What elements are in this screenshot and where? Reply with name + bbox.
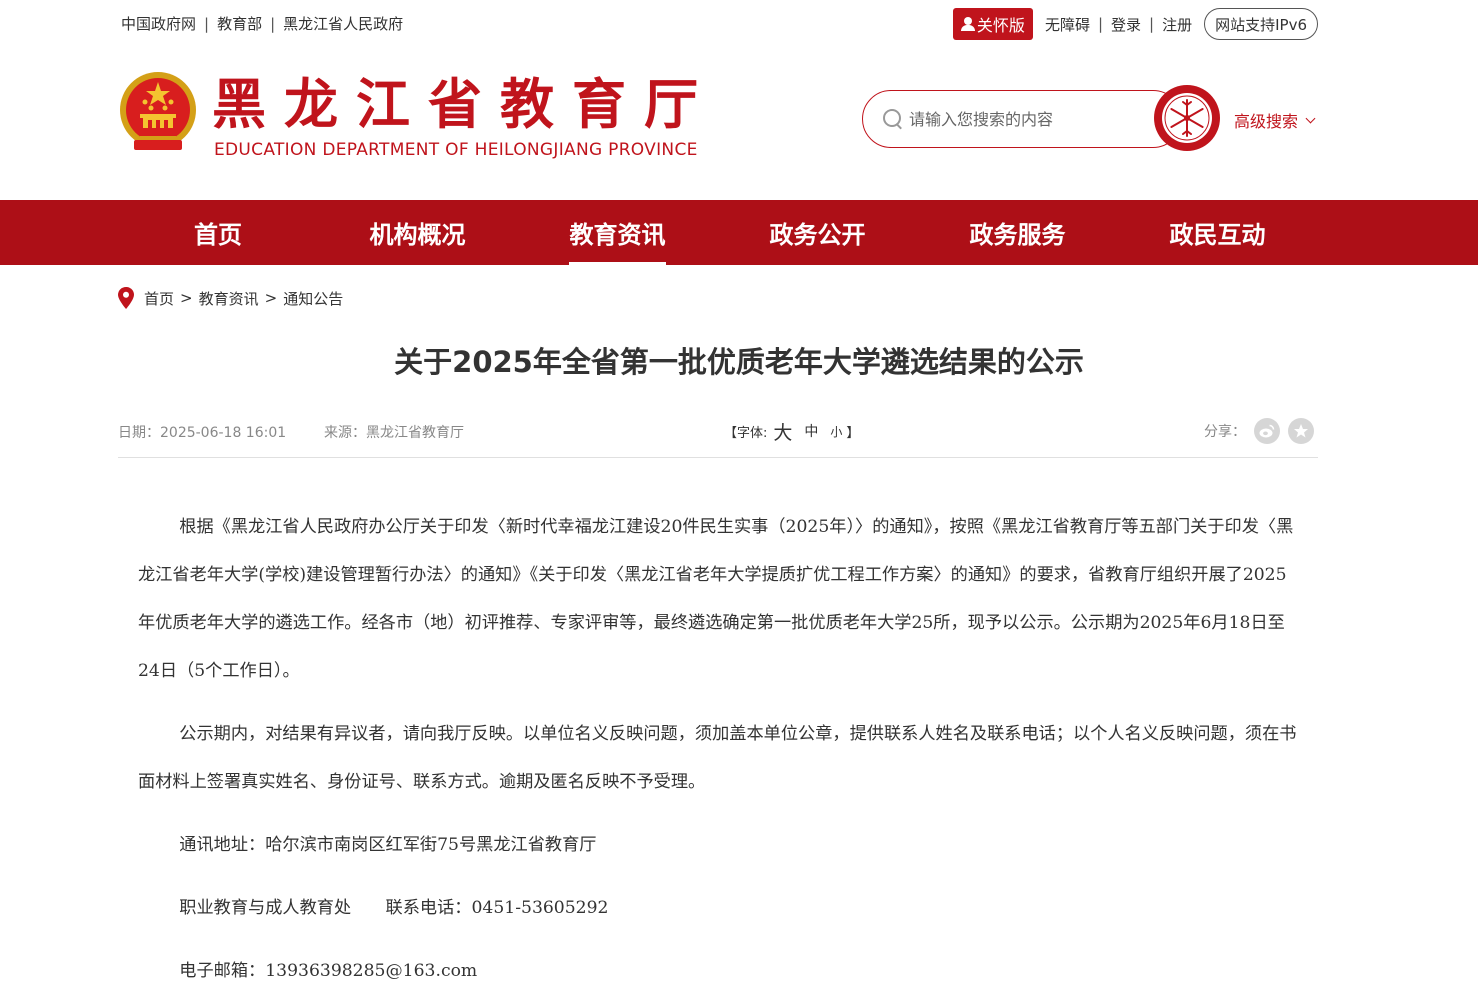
font-size-large[interactable]: 大 [773, 418, 792, 445]
font-size-small[interactable]: 小 [830, 423, 842, 440]
weibo-share-button[interactable] [1254, 418, 1280, 444]
breadcrumb-notices[interactable]: 通知公告 [283, 288, 343, 309]
separator: | [270, 14, 276, 33]
share-label: 分享： [1204, 424, 1246, 440]
site-header: 黑龙江省教育厅 EDUCATION DEPARTMENT OF HEILONGJ… [0, 48, 1478, 200]
search-icon [883, 109, 903, 129]
font-size-close: 】 [846, 425, 860, 441]
user-links: 关怀版 无障碍 | 登录 | 注册 网站支持IPv6 [952, 8, 1318, 40]
search-box [862, 90, 1182, 148]
location-pin-icon [118, 287, 134, 309]
advanced-search-link[interactable]: 高级搜索 [1234, 108, 1316, 132]
site-title: 黑龙江省教育厅 [212, 72, 716, 136]
article-paragraph: 电子邮箱：13936398285@163.com [179, 961, 478, 981]
nav-item-interaction[interactable]: 政民互动 [1169, 200, 1266, 265]
article-paragraph: 公示期内，对结果有异议者，请向我厅反映。以单位名义反映问题，须加盖本单位公章，提… [138, 724, 1297, 792]
article-meta: 日期：2025-06-18 16:01 来源：黑龙江省教育厅 【字体: 大 中 … [118, 418, 1318, 444]
font-size-medium[interactable]: 中 [804, 421, 818, 441]
login-link[interactable]: 登录 [1111, 14, 1141, 35]
article-paragraph: 通讯地址：哈尔滨市南岗区红军街75号黑龙江省教育厅 [179, 835, 597, 855]
link-hlj-gov[interactable]: 黑龙江省人民政府 [283, 13, 403, 34]
chevron-down-icon [1305, 113, 1316, 123]
care-mode-button[interactable]: 关怀版 [952, 8, 1033, 40]
ipv6-badge: 网站支持IPv6 [1204, 8, 1318, 40]
main-nav: 首页 机构概况 教育资讯 政务公开 政务服务 政民互动 [0, 200, 1478, 265]
breadcrumb-separator: > [180, 289, 193, 307]
article-paragraph: 根据《黑龙江省人民政府办公厅关于印发〈新时代幸福龙江建设20件民生实事（2025… [138, 517, 1294, 681]
separator: | [1097, 15, 1104, 33]
search-input[interactable] [909, 109, 1129, 129]
gov-links: 中国政府网 | 教育部 | 黑龙江省人民政府 [121, 13, 403, 34]
share-bar: 分享： [1204, 418, 1314, 444]
nav-item-news[interactable]: 教育资讯 [569, 200, 666, 265]
care-mode-label: 关怀版 [976, 16, 1025, 35]
national-emblem-icon [120, 72, 196, 150]
weibo-icon [1259, 424, 1275, 438]
search-button[interactable] [1154, 85, 1220, 151]
accessibility-link[interactable]: 无障碍 [1045, 14, 1090, 35]
star-icon [1294, 424, 1308, 438]
font-size-open: 【字体: [724, 425, 768, 441]
font-size-switcher: 【字体: 大 中 小 】 [724, 418, 859, 444]
nav-item-gov-services[interactable]: 政务服务 [969, 200, 1066, 265]
separator: | [1149, 15, 1155, 33]
top-bar: 中国政府网 | 教育部 | 黑龙江省人民政府 关怀版 无障碍 | 登录 | 注册… [0, 0, 1478, 48]
separator: | [204, 14, 210, 33]
register-link[interactable]: 注册 [1162, 14, 1192, 35]
meta-divider [118, 457, 1318, 458]
elder-care-icon [960, 17, 975, 31]
article-paragraph: 职业教育与成人教育处 联系电话：0451-53605292 [179, 898, 609, 918]
snowflake-icon [1162, 93, 1212, 143]
nav-item-about[interactable]: 机构概况 [369, 200, 466, 265]
nav-item-gov-affairs[interactable]: 政务公开 [769, 200, 866, 265]
site-subtitle: EDUCATION DEPARTMENT OF HEILONGJIANG PRO… [214, 140, 698, 160]
advanced-search-label: 高级搜索 [1234, 112, 1299, 131]
breadcrumb-news[interactable]: 教育资讯 [199, 288, 259, 309]
link-moe[interactable]: 教育部 [217, 13, 262, 34]
link-gov-cn[interactable]: 中国政府网 [121, 13, 196, 34]
article-body: 根据《黑龙江省人民政府办公厅关于印发〈新时代幸福龙江建设20件民生实事（2025… [138, 503, 1300, 986]
breadcrumb: 首页 > 教育资讯 > 通知公告 [118, 286, 343, 310]
article-date: 日期：2025-06-18 16:01 [118, 425, 287, 441]
nav-item-home[interactable]: 首页 [193, 200, 243, 265]
breadcrumb-home[interactable]: 首页 [144, 288, 174, 309]
article-title: 关于2025年全省第一批优质老年大学遴选结果的公示 [394, 345, 1084, 379]
favorite-share-button[interactable] [1288, 418, 1314, 444]
breadcrumb-separator: > [264, 289, 278, 307]
article-source: 来源：黑龙江省教育厅 [324, 425, 464, 441]
